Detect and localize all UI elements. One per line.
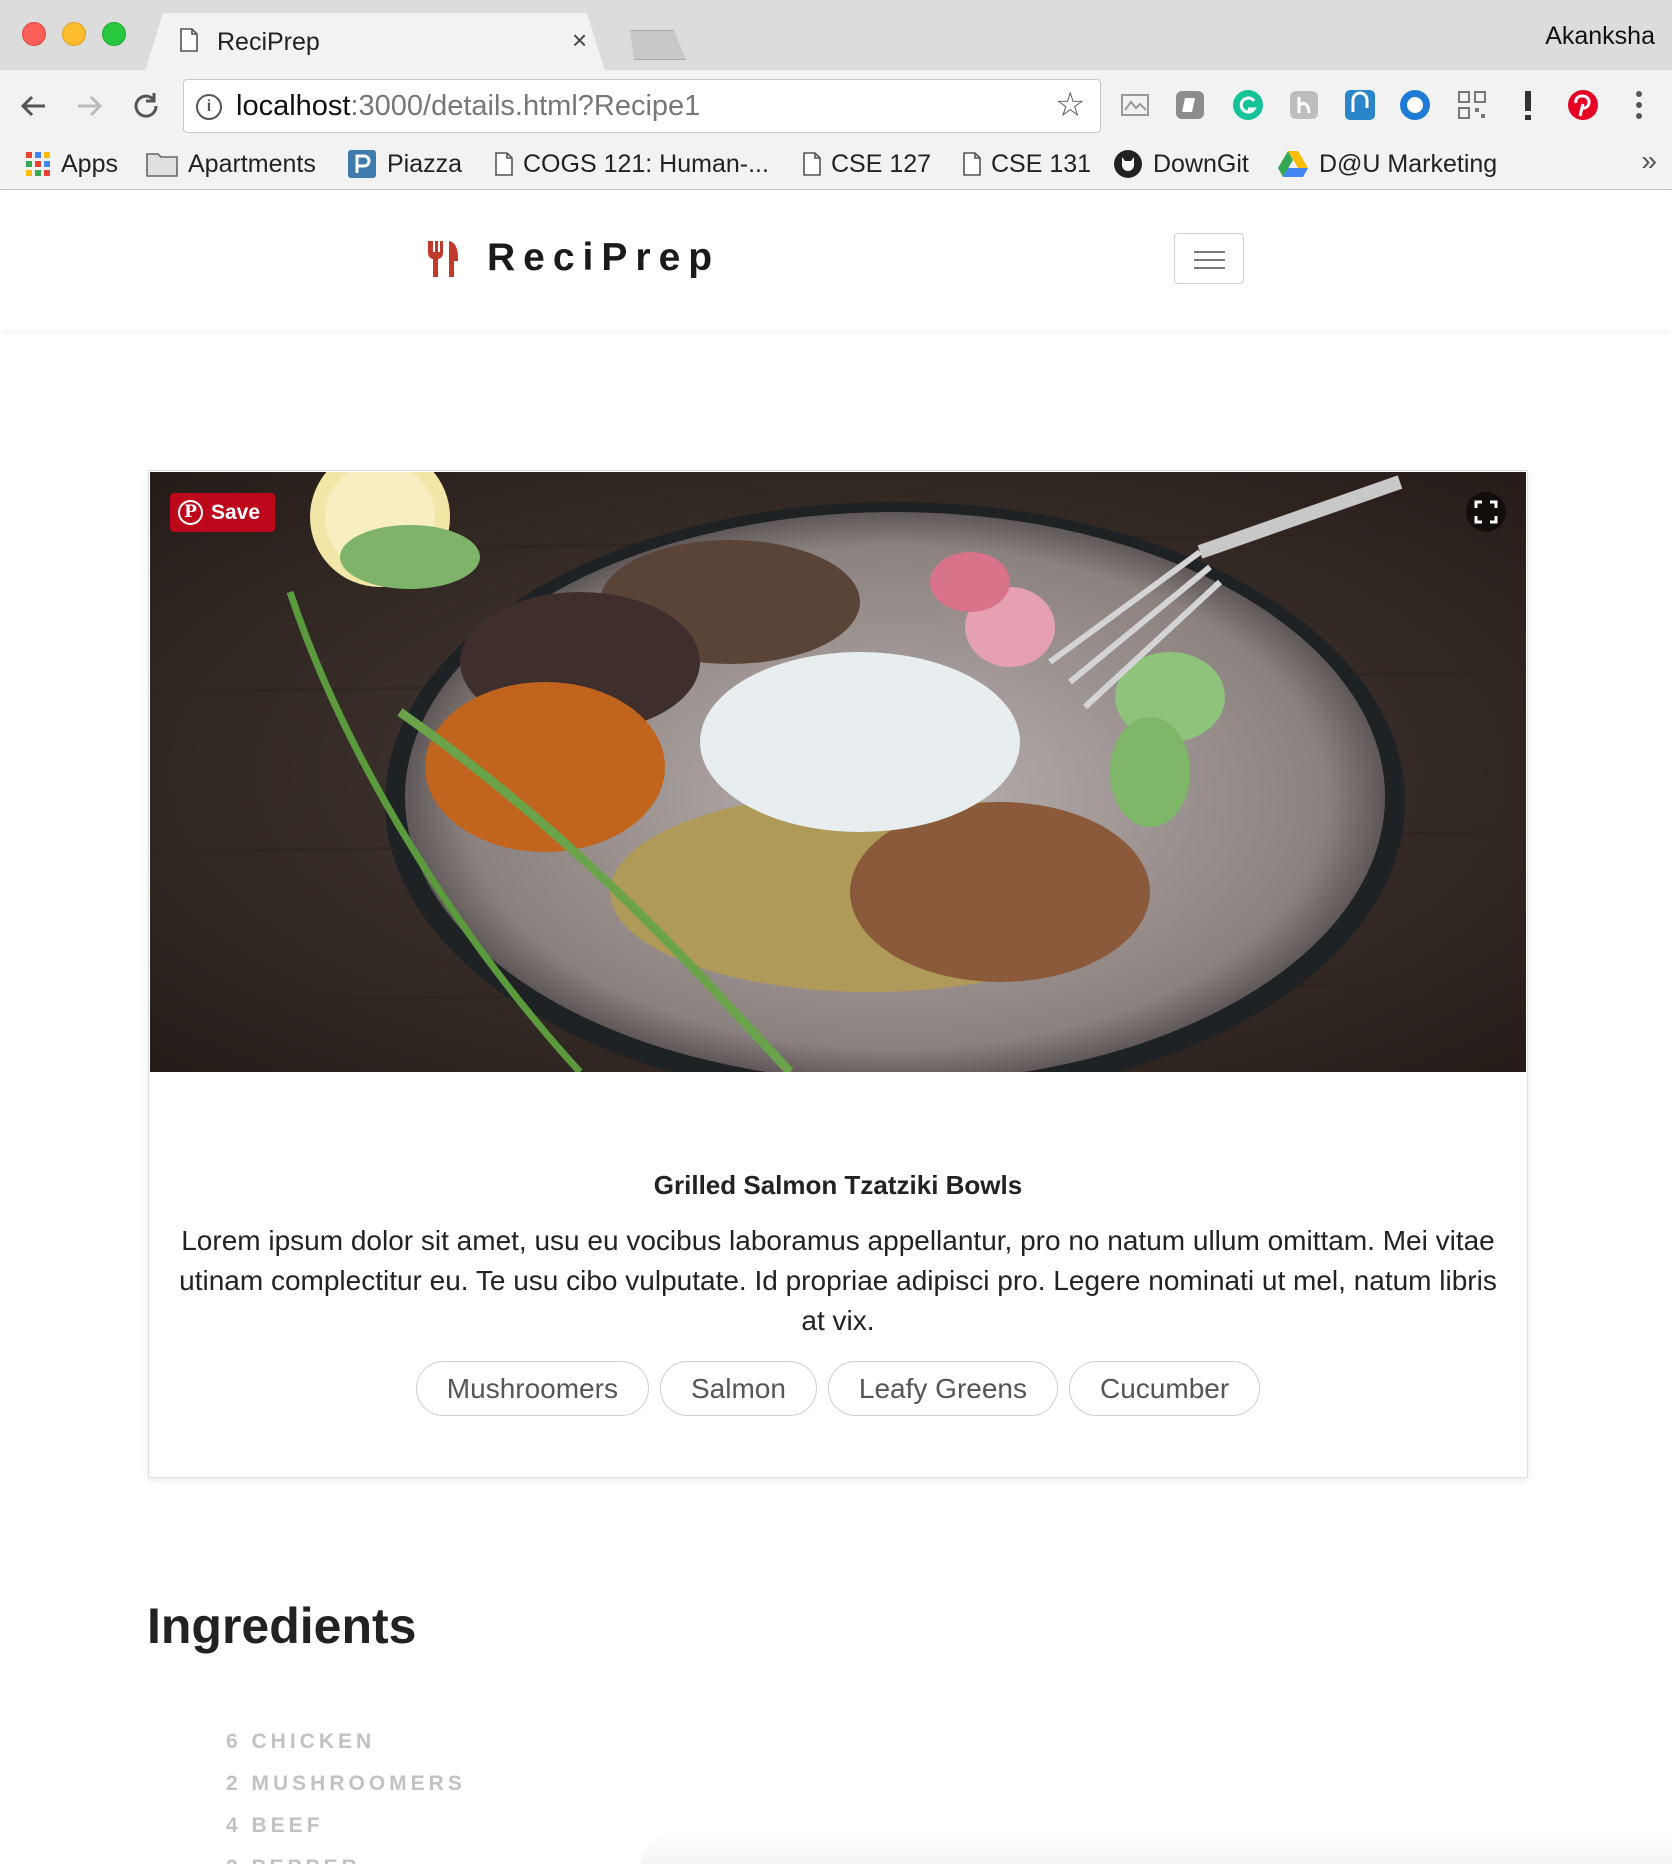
back-icon[interactable] [16, 88, 52, 124]
bookmark-star-icon[interactable]: ☆ [1055, 88, 1085, 122]
forward-icon[interactable] [71, 88, 107, 124]
tag-cucumber[interactable]: Cucumber [1069, 1361, 1261, 1416]
extension-icon-1[interactable] [1118, 88, 1152, 122]
bookmark-cse127[interactable]: CSE 127 [803, 147, 931, 181]
expand-fullscreen-icon[interactable] [1466, 492, 1506, 532]
apps-grid-icon [26, 152, 50, 176]
ingredients-list: 6 Chicken 2 Mushroomers 4 Beef 2 Pepper [226, 1730, 466, 1864]
brand-logo[interactable]: ReciPrep [487, 236, 720, 280]
ingredient-item: 2 Pepper [226, 1856, 466, 1864]
page-icon [180, 28, 198, 52]
tag-salmon[interactable]: Salmon [659, 1361, 817, 1416]
piazza-icon [348, 150, 376, 178]
github-icon [1114, 150, 1142, 178]
bookmark-cogs121[interactable]: COGS 121: Human-... [495, 147, 769, 181]
exclamation-icon[interactable] [1511, 88, 1545, 122]
site-info-icon[interactable]: i [196, 94, 222, 120]
tab-title: ReciPrep [217, 28, 320, 56]
recipe-description: Lorem ipsum dolor sit amet, usu eu vocib… [179, 1225, 1497, 1336]
grammarly-icon[interactable] [1231, 88, 1265, 122]
ingredient-item: 4 Beef [226, 1814, 324, 1837]
qr-code-icon[interactable] [1455, 88, 1489, 122]
bookmark-du-marketing[interactable]: D@U Marketing [1277, 147, 1497, 181]
pinterest-logo-icon: P [178, 500, 203, 525]
profile-name[interactable]: Akanksha [1545, 22, 1655, 51]
site-header [0, 190, 1672, 330]
bookmark-piazza[interactable]: Piazza [347, 147, 462, 181]
tag-mushroomers[interactable]: Mushroomers [415, 1361, 649, 1416]
pinterest-save-button[interactable]: P Save [170, 493, 275, 532]
ingredients-heading: Ingredients [147, 1598, 417, 1654]
tag-leafy-greens[interactable]: Leafy Greens [827, 1361, 1059, 1416]
bookmarks-overflow-icon[interactable]: » [1641, 145, 1657, 177]
extension-icon-6[interactable] [1398, 88, 1432, 122]
reload-icon[interactable] [128, 88, 164, 124]
extension-icon-2[interactable] [1173, 88, 1207, 122]
bookmark-apps[interactable]: Apps [25, 147, 118, 181]
page-icon [963, 152, 981, 176]
tab-close-icon[interactable]: × [572, 26, 587, 54]
extension-icon-5[interactable] [1343, 88, 1377, 122]
bookmark-cse131[interactable]: CSE 131 [963, 147, 1091, 181]
page-icon [495, 152, 513, 176]
page-icon [803, 152, 821, 176]
bookmark-downgit[interactable]: DownGit [1113, 147, 1249, 181]
folder-icon [146, 153, 178, 177]
recipe-photo [150, 472, 1526, 1072]
recipe-title: Grilled Salmon Tzatziki Bowls [653, 1170, 1023, 1200]
utensils-icon [428, 241, 458, 277]
recipe-tags: Mushroomers Salmon Leafy Greens Cucumber [148, 1361, 1528, 1416]
menu-kebab-icon[interactable] [1622, 88, 1656, 122]
zoom-window-button[interactable] [102, 22, 126, 46]
navbar-toggle-button[interactable] [1174, 233, 1244, 284]
bottom-panel-shadow [640, 1830, 1672, 1864]
close-window-button[interactable] [22, 22, 46, 46]
ingredient-item: 6 Chicken [226, 1730, 376, 1753]
bookmark-apartments[interactable]: Apartments [146, 147, 316, 181]
google-drive-icon [1278, 151, 1308, 177]
browser-tab-active[interactable] [145, 13, 605, 71]
extension-icon-4[interactable] [1287, 88, 1321, 122]
pinterest-icon[interactable] [1566, 88, 1600, 122]
minimize-window-button[interactable] [62, 22, 86, 46]
ingredient-item: 2 Mushroomers [226, 1772, 466, 1795]
address-url[interactable]: localhost:3000/details.html?Recipe1 [236, 90, 700, 123]
